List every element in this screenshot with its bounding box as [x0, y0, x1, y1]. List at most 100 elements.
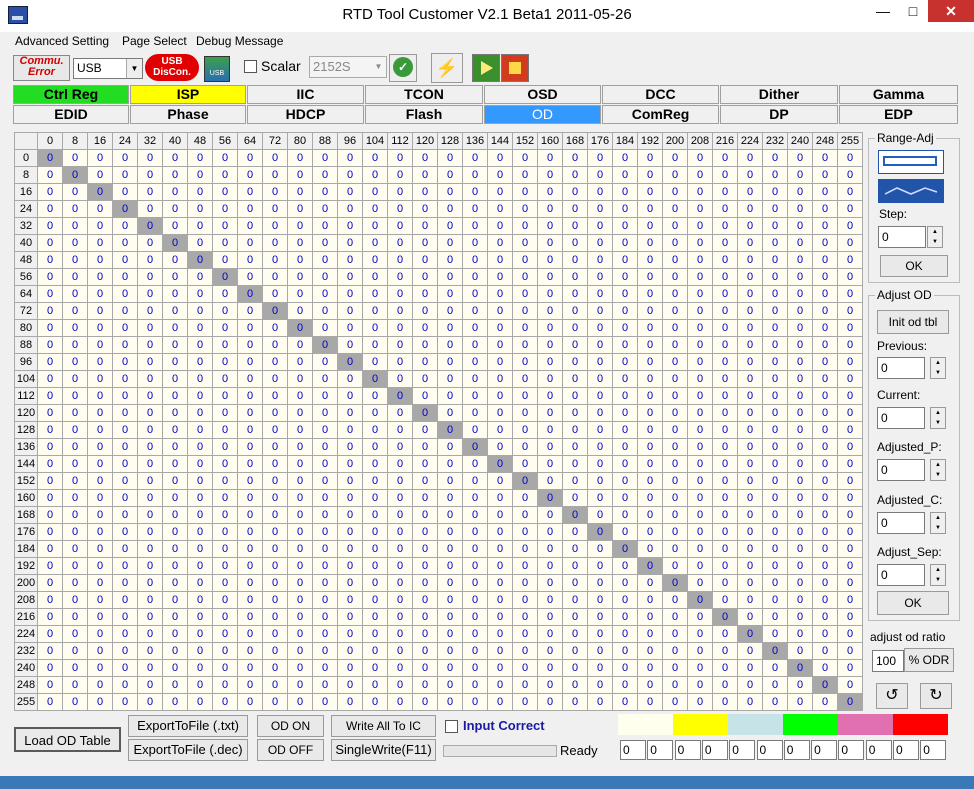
od-cell[interactable]: 0 — [837, 200, 863, 218]
od-cell[interactable]: 0 — [62, 404, 88, 422]
od-cell[interactable]: 0 — [537, 472, 563, 490]
single-write-button[interactable]: SingleWrite(F11) — [331, 739, 436, 761]
od-cell[interactable]: 0 — [812, 625, 838, 643]
od-cell[interactable]: 0 — [712, 217, 738, 235]
od-cell[interactable]: 0 — [162, 489, 188, 507]
od-cell[interactable]: 0 — [237, 540, 263, 558]
od-cell[interactable]: 0 — [437, 591, 463, 609]
od-cell[interactable]: 0 — [537, 200, 563, 218]
od-cell[interactable]: 0 — [787, 370, 813, 388]
od-cell[interactable]: 0 — [712, 370, 738, 388]
od-cell[interactable]: 0 — [412, 676, 438, 694]
od-cell[interactable]: 0 — [737, 387, 763, 405]
od-cell[interactable]: 0 — [412, 557, 438, 575]
od-cell[interactable]: 0 — [287, 642, 313, 660]
od-cell[interactable]: 0 — [762, 676, 788, 694]
od-cell[interactable]: 0 — [737, 693, 763, 711]
od-cell[interactable]: 0 — [512, 285, 538, 303]
od-cell[interactable]: 0 — [112, 642, 138, 660]
od-cell[interactable]: 0 — [837, 319, 863, 337]
od-cell[interactable]: 0 — [562, 506, 588, 524]
od-cell[interactable]: 0 — [162, 302, 188, 320]
od-cell[interactable]: 0 — [337, 336, 363, 354]
od-cell[interactable]: 0 — [587, 183, 613, 201]
od-cell[interactable]: 0 — [537, 574, 563, 592]
od-cell[interactable]: 0 — [512, 319, 538, 337]
od-cell[interactable]: 0 — [187, 251, 213, 269]
od-cell[interactable]: 0 — [712, 387, 738, 405]
od-cell[interactable]: 0 — [462, 200, 488, 218]
od-cell[interactable]: 0 — [362, 489, 388, 507]
od-cell[interactable]: 0 — [112, 319, 138, 337]
od-cell[interactable]: 0 — [612, 319, 638, 337]
od-cell[interactable]: 0 — [512, 166, 538, 184]
od-cell[interactable]: 0 — [837, 625, 863, 643]
od-cell[interactable]: 0 — [562, 302, 588, 320]
od-cell[interactable]: 0 — [362, 591, 388, 609]
od-cell[interactable]: 0 — [262, 336, 288, 354]
od-cell[interactable]: 0 — [137, 438, 163, 456]
od-cell[interactable]: 0 — [837, 591, 863, 609]
od-cell[interactable]: 0 — [412, 574, 438, 592]
od-cell[interactable]: 0 — [512, 676, 538, 694]
od-cell[interactable]: 0 — [387, 642, 413, 660]
od-cell[interactable]: 0 — [712, 676, 738, 694]
od-cell[interactable]: 0 — [237, 608, 263, 626]
od-cell[interactable]: 0 — [537, 404, 563, 422]
od-cell[interactable]: 0 — [637, 421, 663, 439]
od-cell[interactable]: 0 — [837, 540, 863, 558]
od-cell[interactable]: 0 — [137, 268, 163, 286]
od-cell[interactable]: 0 — [787, 523, 813, 541]
od-cell[interactable]: 0 — [37, 523, 63, 541]
od-cell[interactable]: 0 — [37, 455, 63, 473]
od-cell[interactable]: 0 — [112, 353, 138, 371]
od-cell[interactable]: 0 — [412, 455, 438, 473]
od-cell[interactable]: 0 — [787, 574, 813, 592]
od-cell[interactable]: 0 — [387, 693, 413, 711]
od-cell[interactable]: 0 — [187, 404, 213, 422]
od-cell[interactable]: 0 — [212, 642, 238, 660]
od-cell[interactable]: 0 — [362, 268, 388, 286]
od-cell[interactable]: 0 — [812, 183, 838, 201]
od-cell[interactable]: 0 — [737, 438, 763, 456]
od-cell[interactable]: 0 — [787, 625, 813, 643]
od-cell[interactable]: 0 — [662, 506, 688, 524]
od-cell[interactable]: 0 — [462, 149, 488, 167]
menu-page-select[interactable]: Page Select — [122, 34, 187, 48]
od-cell[interactable]: 0 — [137, 574, 163, 592]
od-cell[interactable]: 0 — [762, 149, 788, 167]
od-cell[interactable]: 0 — [287, 149, 313, 167]
od-cell[interactable]: 0 — [487, 642, 513, 660]
od-cell[interactable]: 0 — [337, 387, 363, 405]
od-off-button[interactable]: OD OFF — [257, 739, 324, 761]
od-cell[interactable]: 0 — [262, 523, 288, 541]
od-cell[interactable]: 0 — [212, 659, 238, 677]
od-cell[interactable]: 0 — [362, 370, 388, 388]
od-cell[interactable]: 0 — [212, 149, 238, 167]
od-cell[interactable]: 0 — [137, 200, 163, 218]
od-cell[interactable]: 0 — [212, 234, 238, 252]
od-cell[interactable]: 0 — [87, 353, 113, 371]
step-spinner[interactable]: ▲ ▼ — [927, 226, 943, 248]
od-cell[interactable]: 0 — [112, 455, 138, 473]
tab-dp[interactable]: DP — [720, 105, 838, 124]
od-cell[interactable]: 0 — [512, 200, 538, 218]
od-cell[interactable]: 0 — [762, 540, 788, 558]
od-cell[interactable]: 0 — [387, 455, 413, 473]
od-cell[interactable]: 0 — [837, 557, 863, 575]
od-cell[interactable]: 0 — [587, 421, 613, 439]
od-cell[interactable]: 0 — [412, 625, 438, 643]
od-cell[interactable]: 0 — [637, 166, 663, 184]
od-cell[interactable]: 0 — [287, 370, 313, 388]
od-cell[interactable]: 0 — [587, 472, 613, 490]
od-cell[interactable]: 0 — [537, 506, 563, 524]
od-cell[interactable]: 0 — [787, 676, 813, 694]
od-cell[interactable]: 0 — [62, 625, 88, 643]
od-cell[interactable]: 0 — [812, 659, 838, 677]
od-cell[interactable]: 0 — [412, 166, 438, 184]
od-cell[interactable]: 0 — [637, 676, 663, 694]
od-cell[interactable]: 0 — [762, 557, 788, 575]
adjust-sep-input[interactable]: 0 — [877, 564, 925, 586]
od-cell[interactable]: 0 — [162, 676, 188, 694]
od-cell[interactable]: 0 — [587, 336, 613, 354]
